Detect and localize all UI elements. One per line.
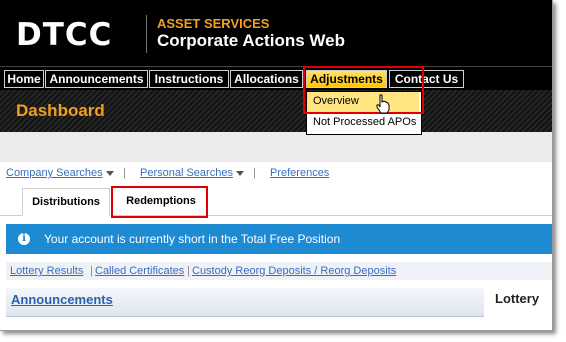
lottery-results-label[interactable]: Lottery Results bbox=[10, 265, 83, 277]
dashboard-title: Dashboard bbox=[16, 101, 105, 120]
nav-instructions[interactable]: Instructions bbox=[149, 70, 229, 88]
info-icon: i bbox=[18, 233, 30, 245]
company-searches-label[interactable]: Company Searches bbox=[6, 167, 103, 179]
hand-cursor-icon bbox=[376, 94, 390, 114]
company-searches-link[interactable]: Company Searches bbox=[6, 167, 114, 179]
link-separator: | bbox=[90, 265, 93, 277]
preferences-label[interactable]: Preferences bbox=[270, 167, 329, 179]
called-certificates-label[interactable]: Called Certificates bbox=[95, 265, 184, 277]
header-divider bbox=[146, 15, 147, 53]
announcements-panel-header: Announcements bbox=[6, 288, 484, 316]
link-separator: | bbox=[123, 167, 126, 179]
nav-adjustments[interactable]: Adjustments bbox=[306, 70, 387, 88]
preferences-link[interactable]: Preferences bbox=[270, 167, 329, 179]
tab-distributions[interactable]: Distributions bbox=[22, 188, 110, 216]
adjustments-dropdown-menu: Overview Not Processed APOs bbox=[306, 91, 422, 135]
called-certificates-link[interactable]: Called Certificates bbox=[95, 263, 184, 279]
quick-links-bar: Lottery Results | Called Certificates | … bbox=[6, 262, 552, 280]
banner-message: Your account is currently short in the T… bbox=[44, 232, 341, 246]
personal-searches-link[interactable]: Personal Searches bbox=[140, 167, 244, 179]
main-nav: Home Announcements Instructions Allocati… bbox=[0, 66, 552, 91]
info-banner: i Your account is currently short in the… bbox=[6, 224, 552, 254]
browser-screenshot-frame: DTCC ASSET SERVICES Corporate Actions We… bbox=[0, 0, 553, 331]
link-separator: | bbox=[187, 265, 190, 277]
chevron-down-icon[interactable] bbox=[235, 170, 244, 176]
announcements-panel-title[interactable]: Announcements bbox=[11, 292, 113, 307]
menu-item-overview[interactable]: Overview bbox=[307, 92, 419, 112]
service-label: ASSET SERVICES bbox=[157, 16, 270, 31]
custody-reorg-label[interactable]: Custody Reorg Deposits / Reorg Deposits bbox=[192, 265, 396, 277]
toolbar-strip bbox=[0, 132, 552, 162]
tab-bar: Distributions Redemptions bbox=[0, 185, 552, 216]
menu-item-not-processed-apos[interactable]: Not Processed APOs bbox=[307, 113, 419, 133]
link-separator: | bbox=[253, 167, 256, 179]
nav-home[interactable]: Home bbox=[4, 70, 44, 88]
app-title: Corporate Actions Web bbox=[157, 31, 345, 50]
lottery-panel-title: Lottery bbox=[495, 291, 540, 306]
app-header: DTCC ASSET SERVICES Corporate Actions We… bbox=[0, 0, 552, 66]
nav-allocations[interactable]: Allocations bbox=[230, 70, 303, 88]
personal-searches-label[interactable]: Personal Searches bbox=[140, 167, 233, 179]
tab-redemptions[interactable]: Redemptions bbox=[116, 188, 206, 214]
custody-reorg-link[interactable]: Custody Reorg Deposits / Reorg Deposits bbox=[192, 263, 396, 279]
nav-announcements[interactable]: Announcements bbox=[45, 70, 148, 88]
lottery-results-link[interactable]: Lottery Results bbox=[10, 263, 83, 279]
chevron-down-icon[interactable] bbox=[105, 170, 114, 176]
nav-contact-us[interactable]: Contact Us bbox=[389, 70, 464, 88]
dashboard-banner: Dashboard bbox=[0, 90, 552, 132]
announcements-panel-body bbox=[6, 316, 484, 330]
dtcc-logo: DTCC bbox=[16, 17, 113, 53]
